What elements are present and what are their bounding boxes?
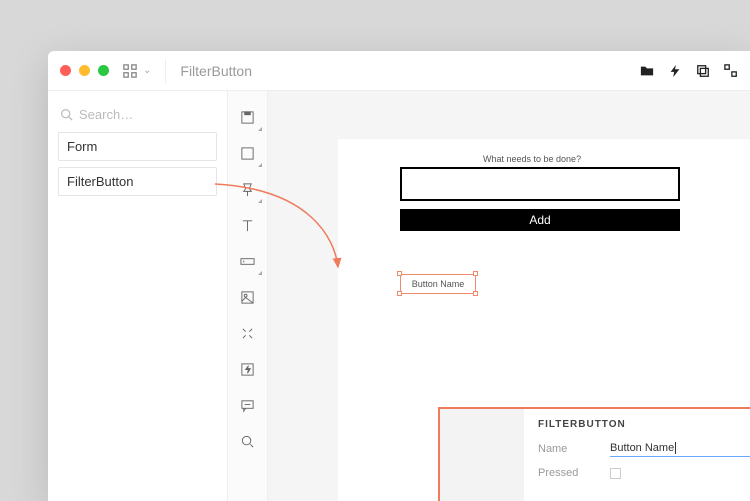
resize-handle-br[interactable] — [473, 291, 478, 296]
artboard: What needs to be done? Add Button Name F… — [338, 139, 750, 501]
tool-rail — [228, 91, 268, 501]
resize-handle-tl[interactable] — [397, 271, 402, 276]
zoom-window-button[interactable] — [98, 65, 109, 76]
search-placeholder: Search… — [79, 107, 133, 122]
folder-icon — [640, 64, 654, 78]
tool-pin[interactable] — [228, 171, 268, 207]
components-button[interactable] — [724, 64, 738, 78]
tool-input[interactable] — [228, 243, 268, 279]
canvas[interactable]: What needs to be done? Add Button Name F… — [268, 91, 750, 501]
form-text-input[interactable] — [400, 167, 680, 201]
square-icon — [240, 146, 255, 161]
image-icon — [240, 290, 255, 305]
grid-icon — [123, 64, 137, 78]
layers-button[interactable] — [696, 64, 710, 78]
window-controls — [60, 65, 109, 76]
add-button[interactable]: Add — [400, 209, 680, 231]
tool-distribute[interactable] — [228, 315, 268, 351]
inspector-pressed-checkbox[interactable] — [610, 468, 621, 479]
resize-handle-bl[interactable] — [397, 291, 402, 296]
pin-icon — [240, 182, 255, 197]
minimize-window-button[interactable] — [79, 65, 90, 76]
tool-image[interactable] — [228, 279, 268, 315]
inspector-thumbnail — [440, 409, 524, 501]
text-icon — [240, 218, 255, 233]
folder-button[interactable] — [640, 64, 654, 78]
tool-text[interactable] — [228, 207, 268, 243]
distribute-icon — [240, 326, 255, 341]
inspector-name-label: Name — [538, 443, 610, 455]
layer-item-filterbutton[interactable]: FilterButton — [58, 167, 217, 196]
stack-icon — [696, 64, 710, 78]
comment-icon — [240, 398, 255, 413]
preview-button[interactable] — [668, 64, 682, 78]
inspector-pressed-label: Pressed — [538, 467, 610, 479]
app-window: ⌄ FilterButton Search… — [48, 51, 750, 501]
selected-component[interactable]: Button Name — [400, 274, 476, 294]
lightning-icon — [668, 64, 682, 78]
frame-icon — [240, 110, 255, 125]
tool-search[interactable] — [228, 423, 268, 459]
search-icon — [240, 434, 255, 449]
chevron-down-icon: ⌄ — [143, 65, 151, 76]
form-prompt-label: What needs to be done? — [483, 154, 581, 164]
separator — [165, 59, 166, 83]
layer-item-form[interactable]: Form — [58, 132, 217, 161]
tool-rectangle[interactable] — [228, 135, 268, 171]
inspector-title: FILTERBUTTON — [538, 419, 750, 430]
search-input[interactable]: Search… — [58, 103, 217, 132]
inspector-panel: FILTERBUTTON Name Button Name Pressed — [438, 407, 750, 501]
tool-frame[interactable] — [228, 99, 268, 135]
layers-panel: Search… Form FilterButton — [48, 91, 228, 501]
titlebar: ⌄ FilterButton — [48, 51, 750, 91]
view-switcher[interactable]: ⌄ — [123, 64, 151, 78]
bolt-box-icon — [240, 362, 255, 377]
components-icon — [724, 64, 738, 78]
search-icon — [60, 108, 73, 121]
text-caret — [675, 442, 676, 454]
input-icon — [240, 254, 255, 269]
document-title: FilterButton — [180, 63, 252, 79]
tool-action[interactable] — [228, 351, 268, 387]
tool-comment[interactable] — [228, 387, 268, 423]
inspector-name-input[interactable]: Button Name — [610, 440, 750, 457]
resize-handle-tr[interactable] — [473, 271, 478, 276]
close-window-button[interactable] — [60, 65, 71, 76]
